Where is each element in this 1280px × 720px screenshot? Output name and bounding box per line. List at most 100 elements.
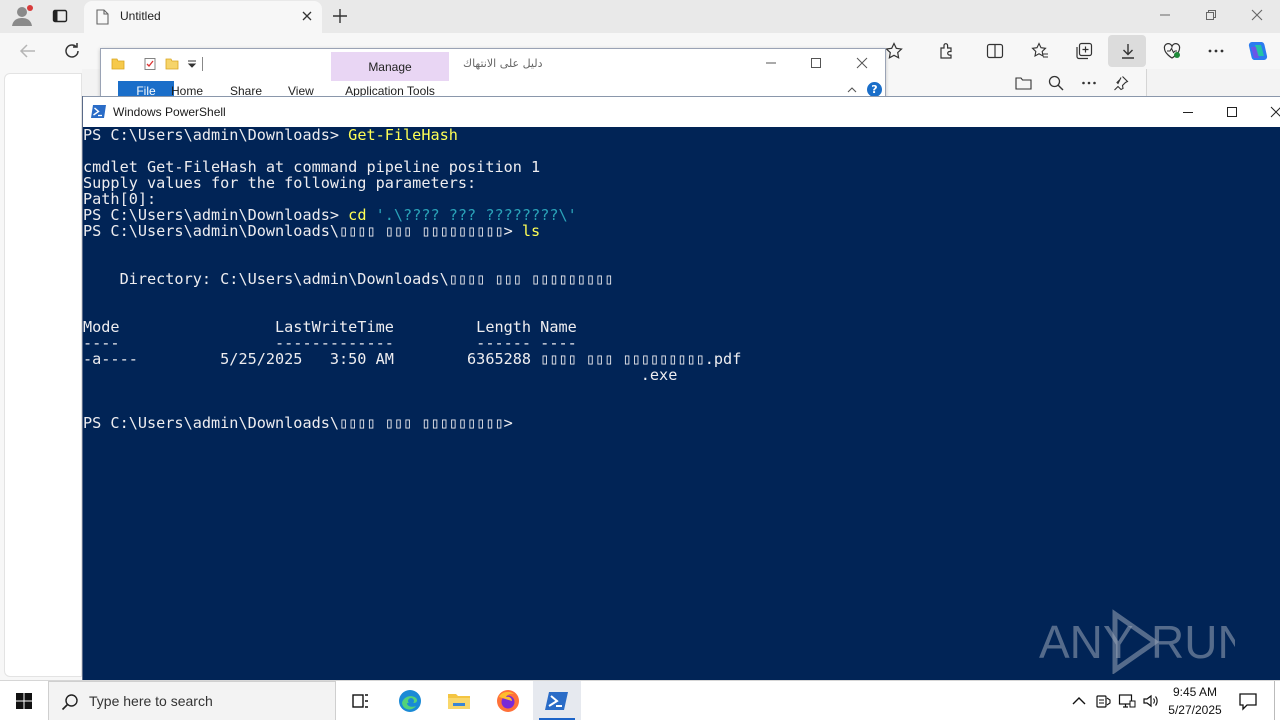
console-text: PS C:\Users\admin\Downloads\▯▯▯▯ ▯▯▯ ▯▯▯… (83, 414, 513, 432)
console-line: PS C:\Users\admin\Downloads> cd '.\???? … (83, 207, 1280, 223)
taskbar: Type here to search 9:45 AM 5/27/2025 (0, 680, 1280, 720)
console-line: -a---- 5/25/2025 3:50 AM 6365288 ▯▯▯▯ ▯▯… (83, 351, 1280, 367)
minimize-icon[interactable] (1158, 8, 1172, 22)
clock-time: 9:45 AM (1172, 685, 1218, 699)
browser-tab-strip: Untitled (0, 0, 1280, 33)
file-explorer-window[interactable]: Manage Application Tools دليل على الانته… (100, 48, 886, 99)
console-line: .exe (83, 367, 1280, 383)
show-desktop-button[interactable] (1274, 681, 1275, 720)
notifications-icon[interactable] (1238, 691, 1258, 711)
profile-avatar-icon[interactable] (10, 5, 34, 27)
properties-icon[interactable] (143, 57, 157, 71)
taskbar-clock[interactable]: 9:45 AM 5/27/2025 (1160, 683, 1230, 719)
console-line: PS C:\Users\admin\Downloads\▯▯▯▯ ▯▯▯ ▯▯▯… (83, 415, 1280, 431)
explorer-maximize-icon[interactable] (810, 57, 822, 69)
explorer-minimize-icon[interactable] (765, 57, 777, 69)
file-explorer-icon (448, 694, 470, 709)
back-icon[interactable] (19, 42, 37, 60)
refresh-icon[interactable] (63, 42, 81, 60)
taskbar-firefox[interactable] (484, 681, 532, 720)
console-text: PS C:\Users\admin\Downloads\▯▯▯▯ ▯▯▯ ▯▯▯… (83, 222, 522, 240)
console-text: Get-FileHash (348, 127, 458, 144)
more-options-icon[interactable] (1207, 42, 1225, 60)
powershell-window[interactable]: Windows PowerShell PS C:\Users\admin\Dow… (82, 96, 1280, 680)
folder-icon (111, 58, 125, 70)
watermark-run: RUN (1151, 616, 1235, 668)
clock-date: 5/27/2025 (1168, 703, 1222, 717)
browser-page (0, 69, 82, 680)
search-icon[interactable] (1048, 75, 1064, 91)
console-line: Path[0]: (83, 191, 1280, 207)
collapse-ribbon-icon[interactable] (847, 85, 857, 95)
edge-icon (399, 690, 421, 712)
console-text: Directory: C:\Users\admin\Downloads\▯▯▯▯… (83, 270, 614, 288)
explorer-close-icon[interactable] (856, 57, 868, 69)
download-icon[interactable] (1119, 42, 1137, 60)
pin-icon[interactable] (1113, 75, 1129, 91)
anyrun-watermark: ANY RUN (1039, 609, 1235, 674)
powershell-close-icon[interactable] (1270, 106, 1280, 118)
task-view-icon (352, 694, 368, 708)
customize-quick-access-icon[interactable] (185, 57, 199, 71)
powershell-icon (545, 692, 568, 710)
folder-icon[interactable] (1015, 75, 1032, 91)
new-tab-icon[interactable] (332, 8, 348, 24)
tab-title: Untitled (120, 9, 161, 23)
search-placeholder: Type here to search (89, 693, 213, 709)
taskbar-search-box[interactable]: Type here to search (48, 681, 336, 720)
more-icon[interactable] (1081, 75, 1097, 91)
browser-subbar (885, 69, 1147, 97)
taskbar-powershell[interactable] (533, 681, 581, 720)
show-hidden-icons-icon[interactable] (1070, 692, 1088, 710)
new-folder-icon[interactable] (165, 57, 179, 71)
powershell-icon (91, 105, 106, 118)
console-text: PS C:\Users\admin\Downloads> (83, 127, 349, 144)
taskbar-file-explorer[interactable] (435, 681, 483, 720)
extensions-icon[interactable] (938, 42, 956, 60)
taskbar-edge[interactable] (386, 681, 434, 720)
help-icon[interactable]: ? (867, 82, 882, 97)
powershell-title: Windows PowerShell (113, 105, 226, 119)
console-text: .exe (83, 366, 678, 384)
console-line: ---- ------------- ------ ---- (83, 335, 1280, 351)
split-screen-icon[interactable] (986, 42, 1004, 60)
browser-essentials-icon[interactable] (1163, 42, 1181, 60)
search-icon (61, 694, 78, 711)
task-view-button[interactable] (336, 681, 384, 720)
console-line: PS C:\Users\admin\Downloads\▯▯▯▯ ▯▯▯ ▯▯▯… (83, 223, 1280, 239)
favorite-star-icon[interactable] (885, 42, 903, 60)
tab-actions-icon[interactable] (52, 8, 68, 24)
console-line: PS C:\Users\admin\Downloads> Get-FileHas… (83, 127, 1280, 143)
console-line: cmdlet Get-FileHash at command pipeline … (83, 159, 1280, 175)
console-line: Directory: C:\Users\admin\Downloads\▯▯▯▯… (83, 271, 1280, 287)
volume-icon[interactable] (1142, 692, 1160, 710)
watermark-any: ANY (1039, 616, 1134, 668)
powershell-maximize-icon[interactable] (1226, 106, 1238, 118)
explorer-title: دليل على الانتهاك (463, 57, 543, 70)
manage-label: Manage (368, 60, 412, 74)
close-tab-icon[interactable] (300, 9, 314, 23)
browser-tab[interactable]: Untitled (84, 1, 322, 33)
powershell-console[interactable]: PS C:\Users\admin\Downloads> Get-FileHas… (83, 127, 1280, 680)
meet-now-icon[interactable] (1094, 692, 1112, 710)
page-icon (96, 9, 109, 25)
copilot-icon[interactable] (1246, 40, 1270, 62)
start-windows-icon[interactable] (0, 681, 48, 720)
powershell-titlebar[interactable]: Windows PowerShell (83, 96, 1280, 127)
restore-icon[interactable] (1204, 8, 1218, 22)
firefox-icon (497, 690, 519, 712)
close-window-icon[interactable] (1250, 8, 1264, 22)
network-icon[interactable] (1118, 692, 1136, 710)
powershell-minimize-icon[interactable] (1182, 106, 1194, 118)
console-line: Supply values for the following paramete… (83, 175, 1280, 191)
console-line: Mode LastWriteTime Length Name (83, 319, 1280, 335)
favorites-icon[interactable] (1031, 42, 1049, 60)
collections-icon[interactable] (1075, 42, 1093, 60)
